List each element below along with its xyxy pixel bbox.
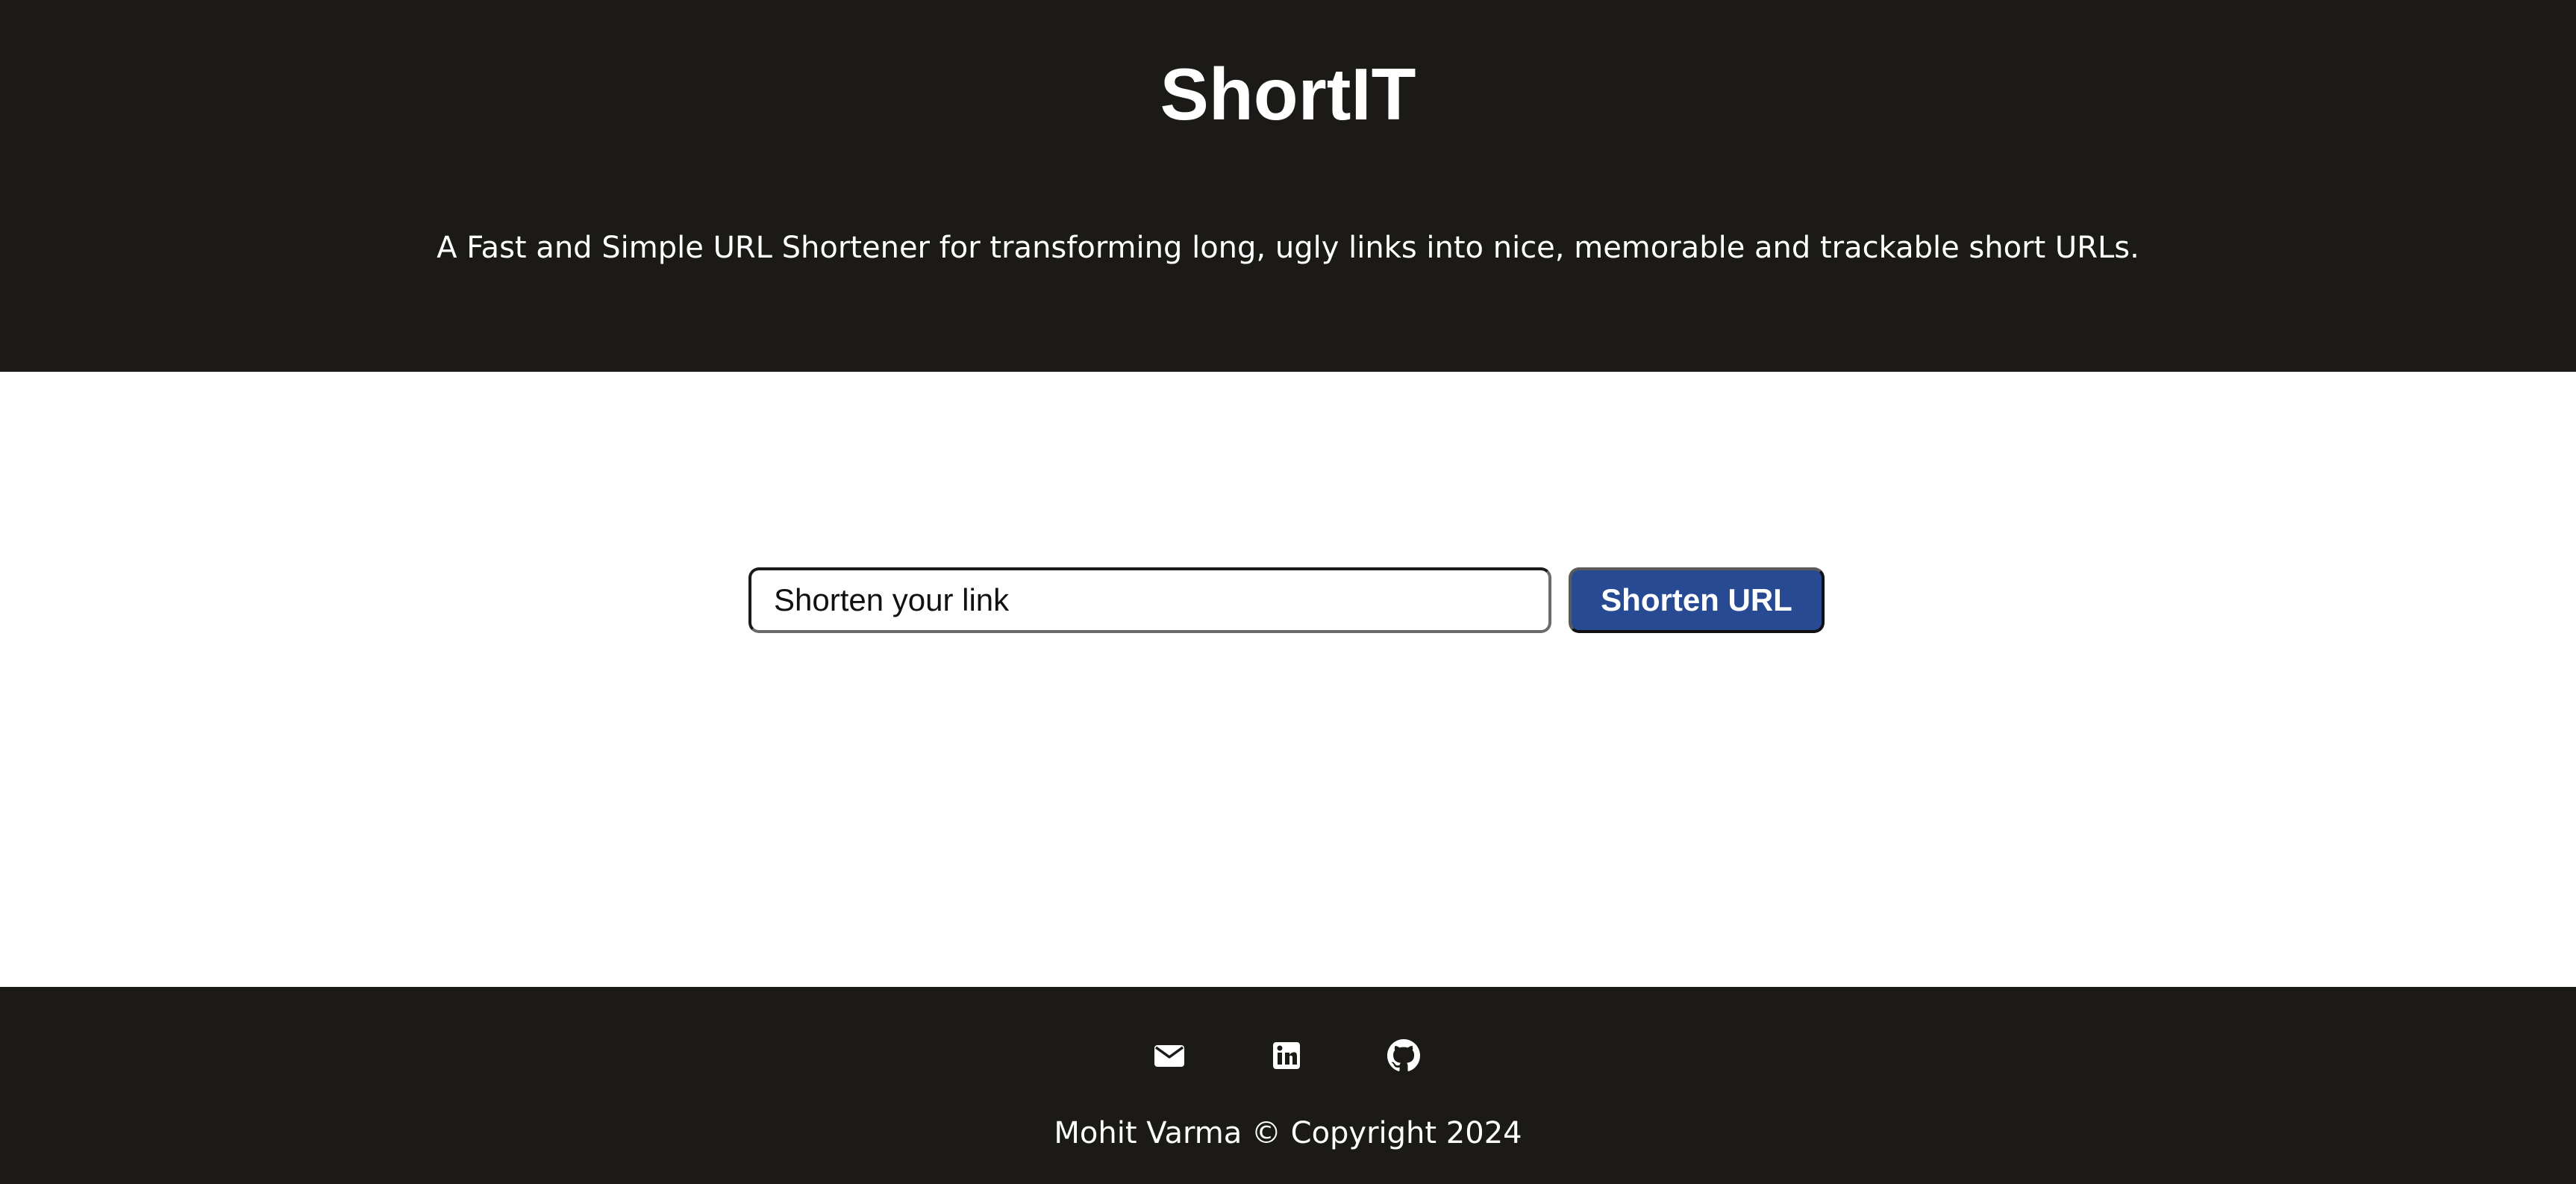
email-link[interactable] (1153, 1039, 1186, 1072)
site-tagline: A Fast and Simple URL Shortener for tran… (437, 231, 2139, 265)
site-footer: Mohit Varma © Copyright 2024 (0, 987, 2576, 1184)
github-link[interactable] (1387, 1039, 1420, 1072)
envelope-icon (1154, 1045, 1184, 1067)
site-header: ShortIT A Fast and Simple URL Shortener … (0, 0, 2576, 372)
page: ShortIT A Fast and Simple URL Shortener … (0, 0, 2576, 1184)
github-icon (1387, 1039, 1420, 1071)
main-content (0, 372, 2576, 987)
url-input[interactable] (748, 567, 1551, 633)
linkedin-link[interactable] (1270, 1039, 1303, 1072)
shorten-url-button[interactable]: Shorten URL (1569, 567, 1825, 633)
linkedin-icon (1273, 1042, 1300, 1069)
copyright-text: Mohit Varma © Copyright 2024 (1054, 1116, 1522, 1150)
site-title: ShortIT (1160, 53, 1416, 135)
